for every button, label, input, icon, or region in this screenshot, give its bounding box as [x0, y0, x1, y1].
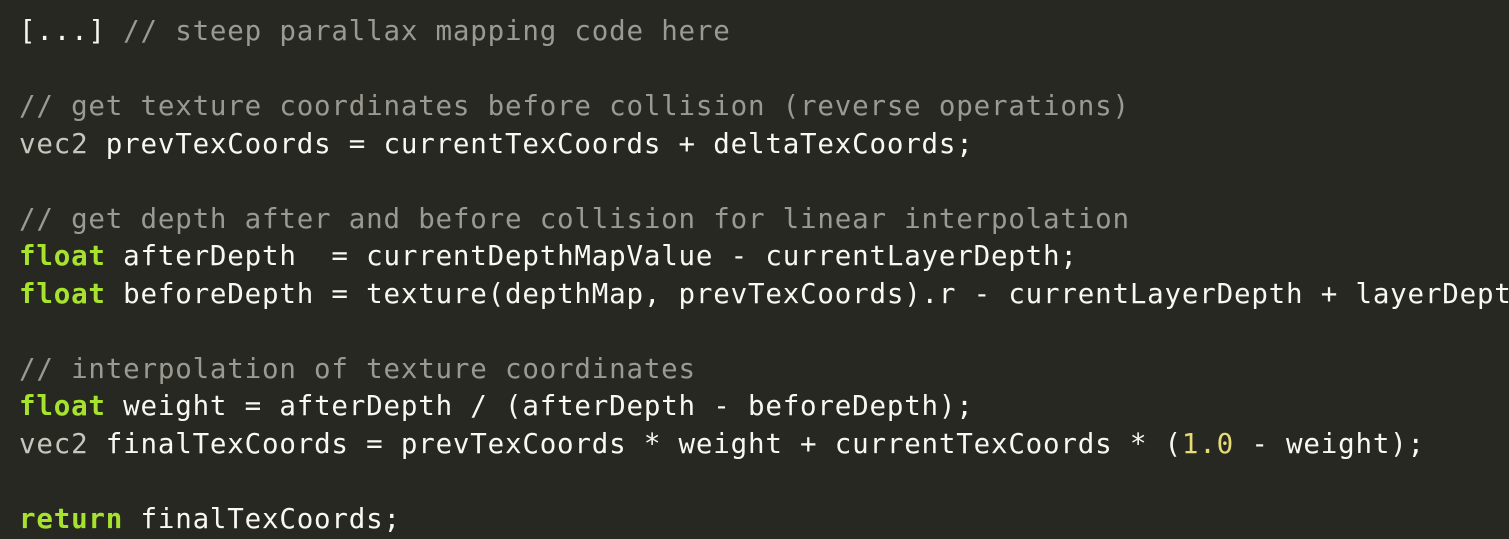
code-line: float afterDepth = currentDepthMapValue … [19, 238, 1509, 276]
code-line: [...] // steep parallax mapping code her… [19, 13, 1509, 51]
code-text: - weight); [1233, 427, 1425, 460]
code-keyword: float [19, 277, 106, 310]
code-line: // get texture coordinates before collis… [19, 88, 1509, 126]
code-text: [...] [19, 15, 124, 47]
code-text: afterDepth = currentDepthMapValue - curr… [105, 240, 1078, 272]
code-line: return finalTexCoords; [19, 501, 1509, 539]
code-keyword: float [19, 240, 106, 272]
code-text: weight = afterDepth / (afterDepth - befo… [105, 390, 974, 422]
code-text: beforeDepth = texture(depthMap, prevTexC… [105, 277, 1509, 310]
code-comment: // get texture coordinates before collis… [19, 90, 1130, 122]
code-line: vec2 finalTexCoords = prevTexCoords * we… [19, 426, 1509, 464]
code-line: // get depth after and before collision … [19, 201, 1509, 239]
code-line: float beforeDepth = texture(depthMap, pr… [19, 276, 1509, 314]
code-number: 1.0 [1181, 427, 1234, 460]
code-line: float weight = afterDepth / (afterDepth … [19, 388, 1509, 426]
code-editor[interactable]: [...] // steep parallax mapping code her… [0, 0, 1509, 539]
code-comment: // steep parallax mapping code here [123, 15, 731, 47]
code-type: vec2 [19, 127, 89, 160]
code-line: // interpolation of texture coordinates [19, 351, 1509, 389]
code-line: vec2 prevTexCoords = currentTexCoords + … [19, 126, 1509, 164]
code-keyword: float [19, 390, 106, 422]
code-comment: // get depth after and before collision … [19, 202, 1130, 235]
code-type: vec2 [19, 427, 89, 460]
code-text: prevTexCoords = currentTexCoords + delta… [88, 127, 974, 160]
code-text: finalTexCoords = prevTexCoords * weight … [88, 427, 1182, 460]
code-text: finalTexCoords; [123, 502, 401, 535]
code-keyword: return [19, 502, 124, 535]
code-comment: // interpolation of texture coordinates [19, 352, 696, 385]
